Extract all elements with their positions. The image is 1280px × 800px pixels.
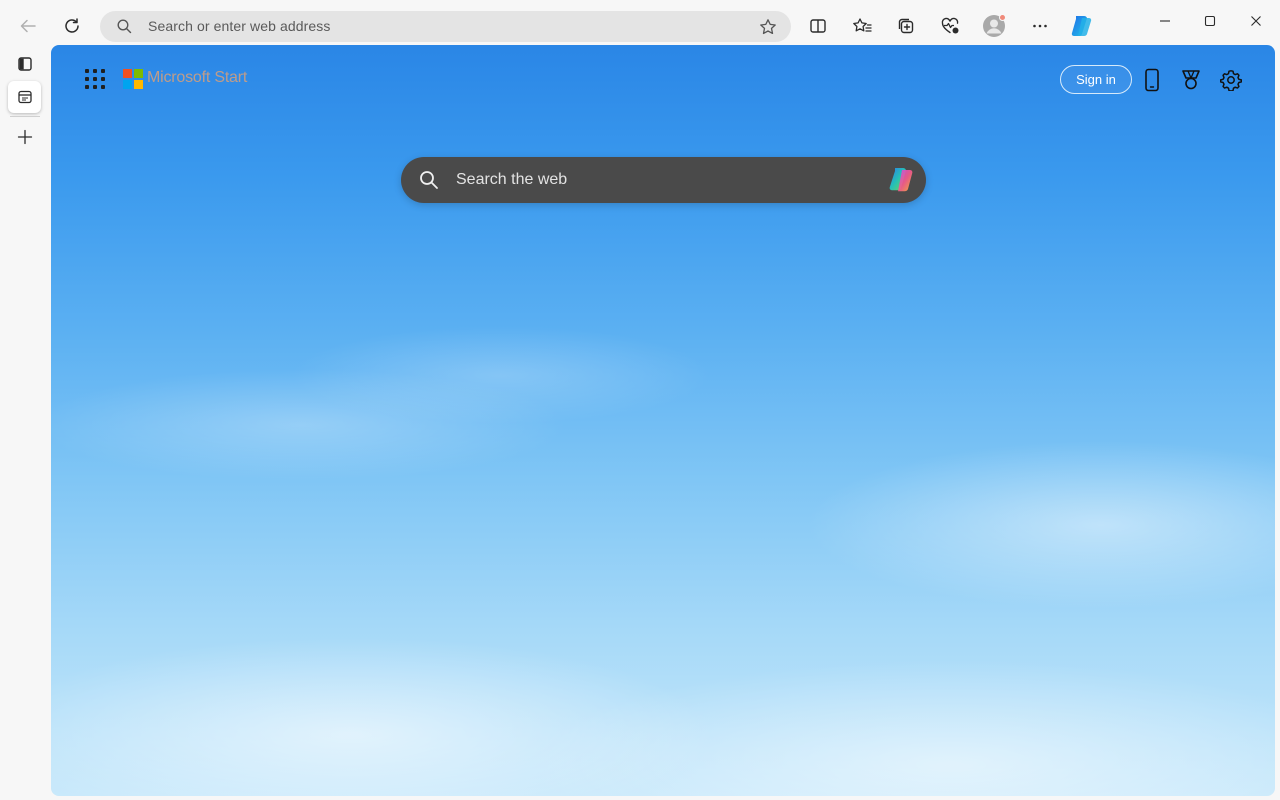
rewards-icon (1182, 70, 1200, 90)
split-screen-button[interactable] (800, 8, 836, 44)
more-icon (1033, 24, 1047, 28)
favorites-icon (853, 18, 872, 32)
more-button[interactable] (1022, 8, 1058, 44)
collections-icon (898, 18, 914, 34)
browser-toolbar: Search or enter web address (0, 0, 1280, 46)
address-bar[interactable]: Search or enter web address (100, 11, 791, 42)
address-input[interactable]: Search or enter web address (148, 18, 330, 34)
tab-separator (10, 116, 40, 117)
favorites-button[interactable] (844, 8, 880, 44)
copilot-icon[interactable] (886, 166, 918, 194)
browser-essentials-button[interactable] (932, 8, 968, 44)
apps-launcher-icon[interactable] (85, 69, 105, 89)
browser-essentials-icon (941, 17, 959, 34)
tab-actions-icon (17, 57, 32, 71)
back-button[interactable] (10, 8, 46, 44)
new-tab-page-icon (17, 90, 32, 104)
minimize-icon (1160, 20, 1170, 22)
maximize-icon (1204, 15, 1216, 27)
web-search-input[interactable]: Search the web (456, 171, 567, 189)
profile-button[interactable] (976, 8, 1012, 44)
sign-in-button[interactable]: Sign in (1060, 65, 1132, 94)
phone-button[interactable] (1137, 65, 1167, 95)
add-tab-icon (17, 129, 32, 145)
close-button[interactable] (1233, 6, 1279, 36)
refresh-icon (65, 18, 79, 33)
maximize-button[interactable] (1187, 6, 1233, 36)
tab-actions-button[interactable] (8, 48, 41, 80)
web-search-box[interactable]: Search the web (401, 157, 926, 203)
microsoft-logo[interactable] (123, 69, 143, 89)
brand-name[interactable]: Microsoft Start (147, 69, 247, 87)
vertical-tab-strip (0, 46, 50, 800)
search-icon (420, 171, 438, 189)
new-tab-page: Microsoft Start Sign in Search the web (51, 45, 1275, 796)
collections-button[interactable] (888, 8, 924, 44)
add-tab-button[interactable] (8, 121, 41, 153)
favorite-star-icon[interactable] (759, 18, 777, 36)
copilot-icon (1071, 16, 1092, 36)
close-icon (1251, 16, 1261, 26)
refresh-button[interactable] (54, 8, 90, 44)
settings-button[interactable] (1216, 65, 1246, 95)
settings-icon (1220, 70, 1242, 91)
phone-icon (1145, 68, 1159, 92)
split-screen-icon (810, 19, 826, 33)
rewards-button[interactable] (1176, 65, 1206, 95)
profile-icon (983, 14, 1006, 37)
back-icon (20, 19, 36, 33)
minimize-button[interactable] (1142, 6, 1188, 36)
tab-new-tab[interactable] (8, 81, 41, 113)
search-icon (117, 19, 132, 34)
copilot-button[interactable] (1063, 8, 1099, 44)
